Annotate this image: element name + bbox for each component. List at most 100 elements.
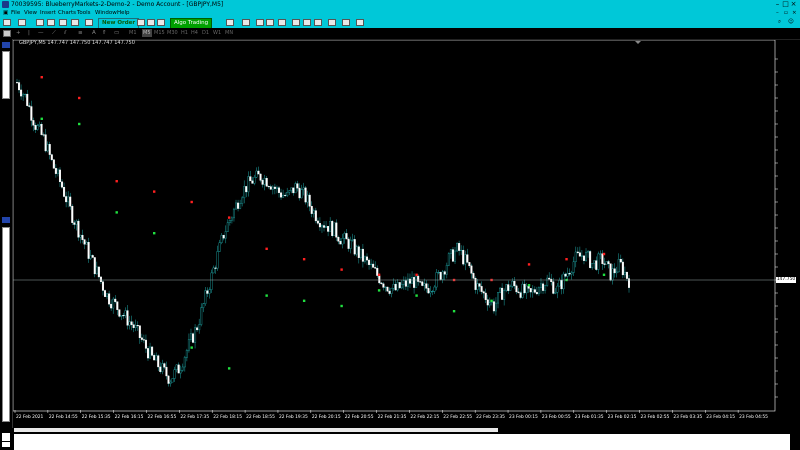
timeframe-w1[interactable]: W1 xyxy=(212,29,222,37)
minimize-child-icon[interactable]: – xyxy=(776,9,779,17)
toolbox-corner[interactable] xyxy=(2,433,10,441)
navigator-panel[interactable] xyxy=(2,227,10,422)
minimize-icon[interactable]: – xyxy=(774,1,781,8)
auto-scroll-icon[interactable] xyxy=(342,19,350,26)
templates-icon[interactable] xyxy=(356,19,364,26)
sell-arrow-marker xyxy=(227,216,231,219)
candle-body xyxy=(40,124,43,135)
fibonacci-icon[interactable]: ≡ xyxy=(78,29,83,38)
community-icon[interactable]: ☺ xyxy=(788,18,794,27)
maximize-icon[interactable]: □ xyxy=(782,1,789,8)
candle-body xyxy=(589,251,592,268)
candle-body xyxy=(77,220,80,238)
text-tool-icon[interactable]: A xyxy=(92,29,96,38)
timeframe-m15[interactable]: M15 xyxy=(153,29,166,37)
menu-help[interactable]: Help xyxy=(117,9,130,17)
menu-insert[interactable]: Insert xyxy=(40,9,56,17)
vertical-line-icon[interactable]: | xyxy=(28,29,30,38)
menu-charts[interactable]: Charts xyxy=(58,9,76,17)
signals-icon[interactable] xyxy=(147,19,155,26)
options-icon[interactable] xyxy=(226,19,234,26)
candle-body xyxy=(372,263,375,268)
candlestick-chart[interactable]: 148.175148.150148.125148.100148.075148.0… xyxy=(13,40,779,428)
search-icon[interactable]: ⌕ xyxy=(778,18,781,27)
candle-body xyxy=(368,259,371,265)
timeframe-d1[interactable]: D1 xyxy=(201,29,210,37)
bar-chart-icon[interactable] xyxy=(292,19,300,26)
profiles-icon[interactable] xyxy=(18,19,26,26)
shapes-tool-icon[interactable]: ▭ xyxy=(114,29,119,38)
candle-body xyxy=(288,190,291,193)
candle-body xyxy=(149,346,152,359)
x-tick-label: 22 Feb 18:55 xyxy=(246,414,275,420)
candle-body xyxy=(580,255,583,257)
arrows-tool-icon[interactable]: ⇑ xyxy=(102,29,107,38)
dock-header-top[interactable] xyxy=(2,42,10,48)
chart-shift-icon[interactable] xyxy=(328,19,336,26)
menu-file[interactable]: File xyxy=(11,9,20,17)
candle-body xyxy=(36,125,39,130)
chart-tab-strip xyxy=(14,428,790,432)
candle-body xyxy=(48,144,51,155)
candle-body xyxy=(359,248,362,258)
candle-body xyxy=(511,281,514,287)
price-chart[interactable]: 148.175148.150148.125148.100148.075148.0… xyxy=(13,40,796,428)
candle-body xyxy=(249,176,252,182)
strategy-tester-icon[interactable] xyxy=(85,19,93,26)
timeframe-h1[interactable]: H1 xyxy=(180,29,189,37)
buy-arrow-marker xyxy=(78,122,81,126)
restore-child-icon[interactable]: ▫ xyxy=(784,9,788,17)
new-chart-icon[interactable] xyxy=(3,19,11,26)
channel-icon[interactable]: ⫽ xyxy=(64,29,66,38)
candle-body xyxy=(601,253,604,264)
menu-view[interactable]: View xyxy=(24,9,37,17)
candle-body xyxy=(50,154,53,160)
candle-body xyxy=(257,170,260,175)
candle-body xyxy=(114,298,117,302)
chart-frame xyxy=(13,40,776,412)
trendline-icon[interactable]: ⟋ xyxy=(52,29,56,38)
chart-window-icon[interactable]: ▣ xyxy=(3,9,8,17)
candle-body xyxy=(58,169,61,183)
line-chart-icon[interactable] xyxy=(314,19,322,26)
market-watch-icon[interactable] xyxy=(36,19,44,26)
timeframe-m1[interactable]: M1 xyxy=(128,29,138,37)
candle-body xyxy=(415,275,418,288)
x-tick-label: 22 Feb 14:55 xyxy=(49,414,78,420)
metaeditor-icon[interactable] xyxy=(137,19,145,26)
chart-tab-gbpjpy[interactable] xyxy=(14,428,498,432)
cursor-icon[interactable] xyxy=(3,30,11,37)
candle-body xyxy=(421,281,424,286)
navigator-icon[interactable] xyxy=(59,19,67,26)
candle-body xyxy=(519,292,522,298)
candlestick-icon[interactable] xyxy=(303,19,311,26)
zoom-in-icon[interactable] xyxy=(256,19,264,26)
x-tick-label: 22 Feb 22:15 xyxy=(410,414,439,420)
market-watch-panel[interactable] xyxy=(2,51,10,99)
candle-body xyxy=(323,225,326,228)
crosshair-tool-icon[interactable]: + xyxy=(16,29,21,38)
candle-body xyxy=(312,210,315,214)
candle-body xyxy=(501,287,504,300)
market-icon[interactable] xyxy=(157,19,165,26)
menu-window[interactable]: Window xyxy=(95,9,117,17)
dock-header-bottom[interactable] xyxy=(2,217,10,223)
data-window-icon[interactable] xyxy=(47,19,55,26)
close-child-icon[interactable]: × xyxy=(792,9,797,17)
terminal-icon[interactable] xyxy=(71,19,79,26)
candle-body xyxy=(106,293,109,297)
tile-windows-icon[interactable] xyxy=(278,19,286,26)
candle-body xyxy=(486,299,489,306)
toolbox-corner-2[interactable] xyxy=(2,442,10,447)
timeframe-mn[interactable]: MN xyxy=(224,29,234,37)
timeframe-m30[interactable]: M30 xyxy=(166,29,179,37)
crosshair-icon[interactable] xyxy=(242,19,250,26)
candle-body xyxy=(625,271,628,279)
zoom-out-icon[interactable] xyxy=(266,19,274,26)
timeframe-m5[interactable]: M5 xyxy=(142,29,152,37)
horizontal-line-icon[interactable]: — xyxy=(38,29,44,38)
candle-body xyxy=(366,256,369,261)
timeframe-h4[interactable]: H4 xyxy=(190,29,199,37)
close-icon[interactable]: × xyxy=(790,1,797,8)
menu-tools[interactable]: Tools xyxy=(77,9,91,17)
